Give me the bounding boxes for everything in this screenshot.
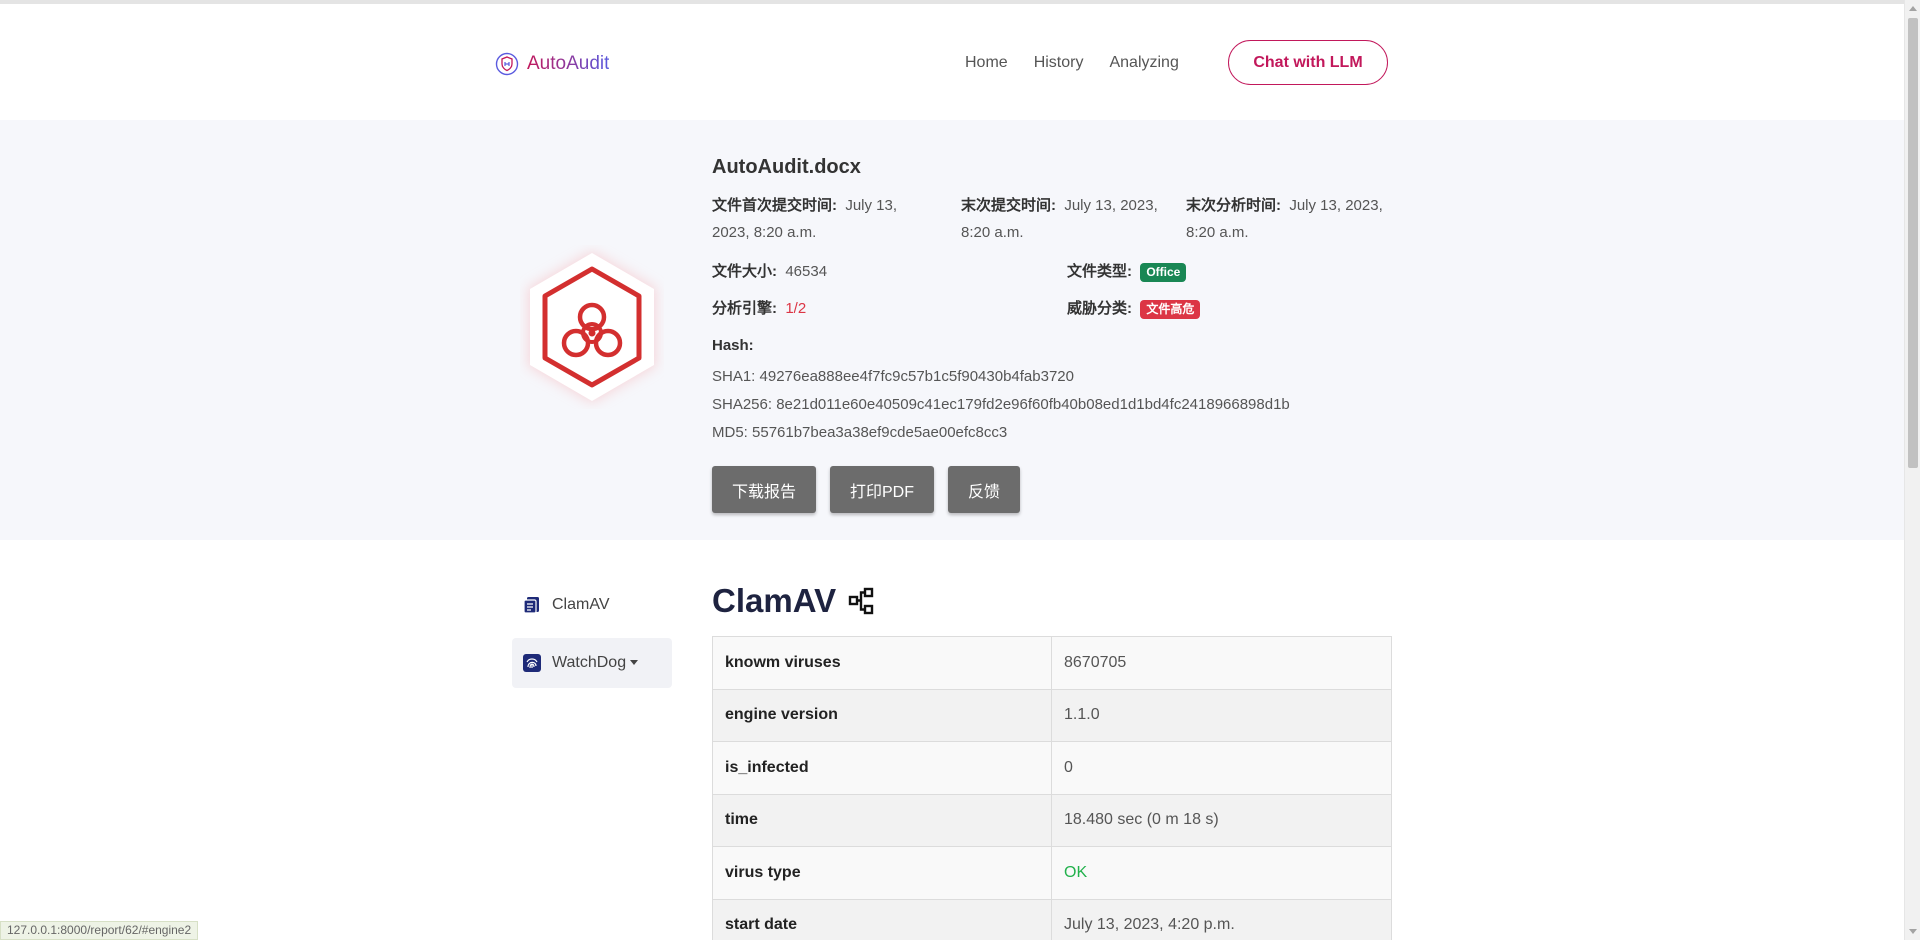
engine-title-text: ClamAV <box>712 582 837 619</box>
threat-category: 威胁分类: 文件高危 <box>1067 295 1201 322</box>
shield-logo-icon <box>495 52 519 76</box>
engine-title: ClamAV <box>712 582 876 620</box>
row-value: July 13, 2023, 4:20 p.m. <box>1051 898 1392 940</box>
fingerprint-icon <box>523 654 541 672</box>
last-analysis-label: 末次分析时间: <box>1186 197 1281 214</box>
last-submit-time: 末次提交时间: July 13, 2023, 8:20 a.m. <box>961 192 1171 246</box>
row-value: 0 <box>1051 741 1392 795</box>
last-submit-label: 末次提交时间: <box>961 197 1056 214</box>
page-scrollbar[interactable] <box>1904 0 1920 940</box>
status-bar-url: 127.0.0.1:8000/report/62/#engine2 <box>0 921 199 940</box>
md5-hash: MD5: 55761b7bea3a38ef9cde5ae00efc8cc3 <box>712 424 1008 441</box>
row-key: is_infected <box>712 741 1052 795</box>
nav-home[interactable]: Home <box>965 54 1008 72</box>
table-row: knowm viruses 8670705 <box>712 636 1392 690</box>
threat-category-badge: 文件高危 <box>1140 299 1201 319</box>
main-nav: Home History Analyzing <box>965 54 1179 72</box>
row-value-status: OK <box>1051 846 1392 900</box>
row-value: 18.480 sec (0 m 18 s) <box>1051 793 1392 847</box>
scroll-down-arrow-icon[interactable] <box>1909 929 1917 934</box>
sha1-hash: SHA1: 49276ea888ee4f7fc9c57b1c5f90430b4f… <box>712 368 1074 385</box>
top-header: AutoAudit Home History Analyzing Chat wi… <box>0 4 1904 120</box>
row-key: engine version <box>712 688 1052 742</box>
print-pdf-button[interactable]: 打印PDF <box>830 466 934 513</box>
sha256-hash: SHA256: 8e21d011e60e40509c41ec179fd2e96f… <box>712 396 1290 413</box>
analysis-engines-value: 1/2 <box>785 300 807 317</box>
sitemap-icon[interactable] <box>848 587 876 615</box>
brand-name: AutoAudit <box>527 53 610 74</box>
hash-heading: Hash: <box>712 332 754 359</box>
row-key: knowm viruses <box>712 636 1052 690</box>
file-size: 文件大小: 46534 <box>712 258 827 285</box>
file-size-label: 文件大小: <box>712 263 777 280</box>
last-analysis-time: 末次分析时间: July 13, 2023, 8:20 a.m. <box>1186 192 1396 246</box>
file-type-badge: Office <box>1140 262 1187 282</box>
chat-with-llm-button[interactable]: Chat with LLM <box>1228 40 1388 85</box>
biohazard-badge-icon <box>528 251 656 403</box>
sidebar-item-label: WatchDog <box>552 654 639 672</box>
hash-label: Hash: <box>712 337 754 354</box>
nav-history[interactable]: History <box>1034 54 1084 72</box>
table-row: virus type OK <box>712 846 1392 900</box>
engine-results-table: knowm viruses 8670705 engine version 1.1… <box>712 636 1392 940</box>
nav-analyzing[interactable]: Analyzing <box>1109 54 1178 72</box>
table-row: start date July 13, 2023, 4:20 p.m. <box>712 898 1392 940</box>
download-report-button[interactable]: 下载报告 <box>712 466 816 513</box>
caret-down-icon <box>630 660 639 666</box>
threat-category-label: 威胁分类: <box>1067 300 1132 317</box>
row-key: virus type <box>712 846 1052 900</box>
first-submit-time: 文件首次提交时间: July 13, 2023, 8:20 a.m. <box>712 192 932 246</box>
table-row: is_infected 0 <box>712 741 1392 795</box>
file-type: 文件类型: Office <box>1067 258 1187 285</box>
row-key: start date <box>712 898 1052 940</box>
row-value: 8670705 <box>1051 636 1392 690</box>
sidebar-item-label: ClamAV <box>552 596 610 613</box>
file-type-label: 文件类型: <box>1067 263 1132 280</box>
document-icon <box>523 597 539 614</box>
scroll-thumb[interactable] <box>1908 18 1918 468</box>
file-size-value: 46534 <box>785 263 828 280</box>
sidebar-item-clamav[interactable]: ClamAV <box>512 580 672 630</box>
analysis-engines-label: 分析引擎: <box>712 300 777 317</box>
analysis-engines: 分析引擎: 1/2 <box>712 295 806 322</box>
row-value: 1.1.0 <box>1051 688 1392 742</box>
scroll-up-arrow-icon[interactable] <box>1909 6 1917 11</box>
first-submit-label: 文件首次提交时间: <box>712 197 837 214</box>
brand[interactable]: AutoAudit <box>495 52 609 76</box>
table-row: time 18.480 sec (0 m 18 s) <box>712 793 1392 847</box>
row-key: time <box>712 793 1052 847</box>
file-name: AutoAudit.docx <box>712 156 861 178</box>
table-row: engine version 1.1.0 <box>712 688 1392 742</box>
feedback-button[interactable]: 反馈 <box>948 466 1020 513</box>
sidebar-item-watchdog[interactable]: WatchDog <box>512 638 672 688</box>
